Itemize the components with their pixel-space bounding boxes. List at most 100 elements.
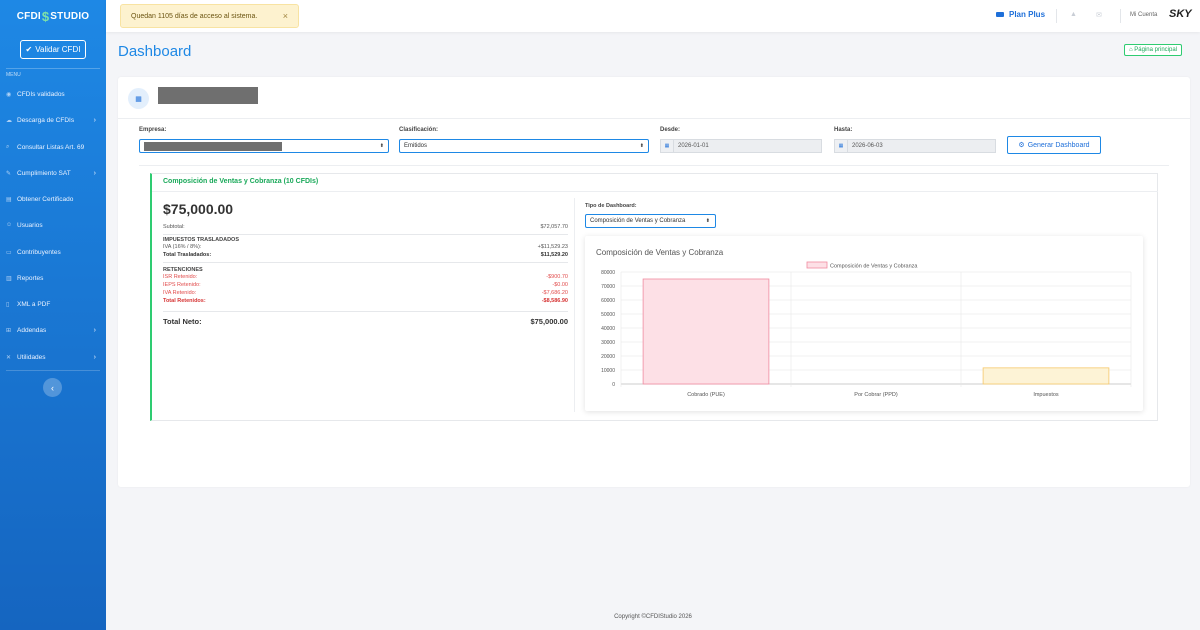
check-circle-icon: ◉ xyxy=(6,91,12,98)
isr-label: ISR Retenido: xyxy=(163,274,198,280)
retenciones-header: RETENCIONES xyxy=(163,267,568,273)
bar xyxy=(982,367,1110,385)
sidebar-item-obtener-certificado[interactable]: ▤ Obtener Certificado xyxy=(0,192,106,206)
sidebar-item-addendas[interactable]: ⊞ Addendas › xyxy=(0,323,106,337)
divider xyxy=(6,370,100,371)
x-tick-label: Impuestos xyxy=(1033,392,1059,398)
home-button[interactable]: ⌂ Página principal xyxy=(1124,44,1182,56)
total-retenidos-value: -$8,586.90 xyxy=(541,298,568,304)
sidebar-item-label: CFDIs validados xyxy=(17,90,65,98)
total-neto-value: $75,000.00 xyxy=(530,317,568,326)
sidebar-item-label: Usuarios xyxy=(17,221,43,229)
topbar: Quedan 1105 días de acceso al sistema. ×… xyxy=(106,0,1200,32)
calendar-icon: ▦ xyxy=(834,139,847,153)
plan-plus-link[interactable]: Plan Plus xyxy=(996,10,1045,19)
retenciones-header-label: RETENCIONES xyxy=(163,267,203,273)
total-retenidos-row: Total Retenidos: -$8,586.90 xyxy=(163,298,568,304)
desde-date-input[interactable]: ▦ 2026-01-01 xyxy=(660,139,822,153)
clasificacion-select[interactable]: Emitidos ⬍ xyxy=(399,139,649,153)
y-tick-label: 20000 xyxy=(601,354,615,360)
brand-right: STUDIO xyxy=(50,10,90,22)
sidebar-item-utilidades[interactable]: ✕ Utilidades › xyxy=(0,350,106,364)
divider xyxy=(574,198,575,412)
dashboard-type-label: Tipo de Dashboard: xyxy=(585,203,637,209)
bell-icon[interactable]: ▲ xyxy=(1070,11,1077,18)
divider xyxy=(163,262,568,263)
chevron-right-icon: › xyxy=(93,326,96,334)
divider xyxy=(118,118,1190,119)
x-tick-label: Por Cobrar (PPD) xyxy=(854,392,898,398)
plan-label: Plan Plus xyxy=(1009,10,1046,19)
divider xyxy=(139,165,1169,166)
ieps-label: IEPS Retenido: xyxy=(163,282,201,288)
chevron-right-icon: › xyxy=(93,169,96,177)
brand-left: CFDI xyxy=(16,10,41,22)
subtotal-value: $72,057.70 xyxy=(540,224,568,230)
sidebar-item-label: Consultar Listas Art. 69 xyxy=(17,143,85,151)
redacted-company-name xyxy=(158,87,258,104)
report-icon: ▥ xyxy=(6,275,12,282)
brand-logo[interactable]: CFDI $ STUDIO xyxy=(0,0,106,32)
divider xyxy=(163,311,568,312)
desde-value[interactable]: 2026-01-01 xyxy=(673,139,822,153)
sidebar-item-label: Cumplimiento SAT xyxy=(17,169,71,177)
id-card-icon: ▭ xyxy=(6,249,12,256)
search-icon: ⌕ xyxy=(6,143,10,150)
sidebar-item-contribuyentes[interactable]: ▭ Contribuyentes xyxy=(0,245,106,259)
home-button-label: Página principal xyxy=(1134,47,1177,53)
sidebar-item-cfdis-validados[interactable]: ◉ CFDIs validados xyxy=(0,87,106,101)
empresa-label: Empresa: xyxy=(139,127,167,133)
sidebar-item-usuarios[interactable]: ☺ Usuarios xyxy=(0,218,106,232)
cloud-download-icon: ☁ xyxy=(6,117,12,124)
alert-text: Quedan 1105 días de acceso al sistema. xyxy=(131,12,258,20)
total-retenidos-label: Total Retenidos: xyxy=(163,298,206,304)
mail-icon[interactable]: ✉ xyxy=(1096,11,1102,19)
sidebar-item-descarga-de-cfdis[interactable]: ☁ Descarga de CFDIs › xyxy=(0,113,106,127)
y-tick-label: 10000 xyxy=(601,368,615,374)
generar-dashboard-button[interactable]: ⚙ Generar Dashboard xyxy=(1007,136,1101,154)
sidebar: CFDI $ STUDIO ✔ Validar CFDI MENU ◉ CFDIs… xyxy=(0,0,106,630)
sidebar-item-cumplimiento-sat[interactable]: ✎ Cumplimiento SAT › xyxy=(0,166,106,180)
total-traslados-value: $11,529.20 xyxy=(540,252,568,258)
total-traslados-row: Total Trasladados: $11,529.20 xyxy=(163,252,568,258)
sidebar-item-xml-a-pdf[interactable]: ▯ XML a PDF xyxy=(0,297,106,311)
sidebar-item-consultar-listas-art-69[interactable]: ⌕ Consultar Listas Art. 69 xyxy=(0,140,106,154)
tools-icon: ✕ xyxy=(6,354,12,361)
y-tick-label: 0 xyxy=(612,382,615,388)
hasta-label: Hasta: xyxy=(834,127,853,133)
isr-row: ISR Retenido: -$900.70 xyxy=(163,274,568,280)
hasta-value[interactable]: 2026-06-03 xyxy=(847,139,996,153)
empresa-select[interactable]: ⬍ xyxy=(139,139,389,153)
y-tick-label: 40000 xyxy=(601,326,615,332)
total-neto-label: Total Neto: xyxy=(163,317,202,326)
dashboard-type-select[interactable]: Composición de Ventas y Cobranza ⬍ xyxy=(585,214,716,228)
validar-cfdi-button[interactable]: ✔ Validar CFDI xyxy=(20,40,86,59)
traslados-header-label: IMPUESTOS TRASLADADOS xyxy=(163,237,239,243)
sidebar-item-label: Obtener Certificado xyxy=(17,195,74,203)
account-logo[interactable]: SKY xyxy=(1169,8,1192,20)
x-tick-label: Cobrado (PUE) xyxy=(687,392,725,398)
clasificacion-label: Clasificación: xyxy=(399,127,439,133)
y-tick-label: 80000 xyxy=(601,270,615,276)
bar xyxy=(642,278,770,385)
dashboard-type-value: Composición de Ventas y Cobranza xyxy=(590,218,686,224)
ieps-value: -$0.00 xyxy=(552,282,568,288)
users-icon: ☺ xyxy=(6,222,13,228)
page-title: Dashboard xyxy=(118,43,192,60)
clasificacion-value: Emitidos xyxy=(404,143,428,149)
iva-retenido-row: IVA Retenido: -$7,686.20 xyxy=(163,290,568,296)
divider xyxy=(1120,9,1121,23)
subtotal-label: Subtotal: xyxy=(163,224,185,230)
collapse-sidebar-button[interactable]: ‹ xyxy=(43,378,62,397)
sidebar-item-reportes[interactable]: ▥ Reportes xyxy=(0,271,106,285)
chevron-left-icon: ‹ xyxy=(51,382,54,393)
total-neto-row: Total Neto: $75,000.00 xyxy=(163,317,568,326)
hasta-date-input[interactable]: ▦ 2026-06-03 xyxy=(834,139,996,153)
certificate-icon: ▤ xyxy=(6,196,12,203)
iva-retenido-value: -$7,686.20 xyxy=(541,290,568,296)
legend-swatch xyxy=(806,261,828,269)
y-tick-label: 50000 xyxy=(601,312,615,318)
account-menu[interactable]: Mi Cuenta xyxy=(1130,12,1157,18)
total-traslados-label: Total Trasladados: xyxy=(163,252,212,258)
close-icon[interactable]: × xyxy=(283,11,288,21)
